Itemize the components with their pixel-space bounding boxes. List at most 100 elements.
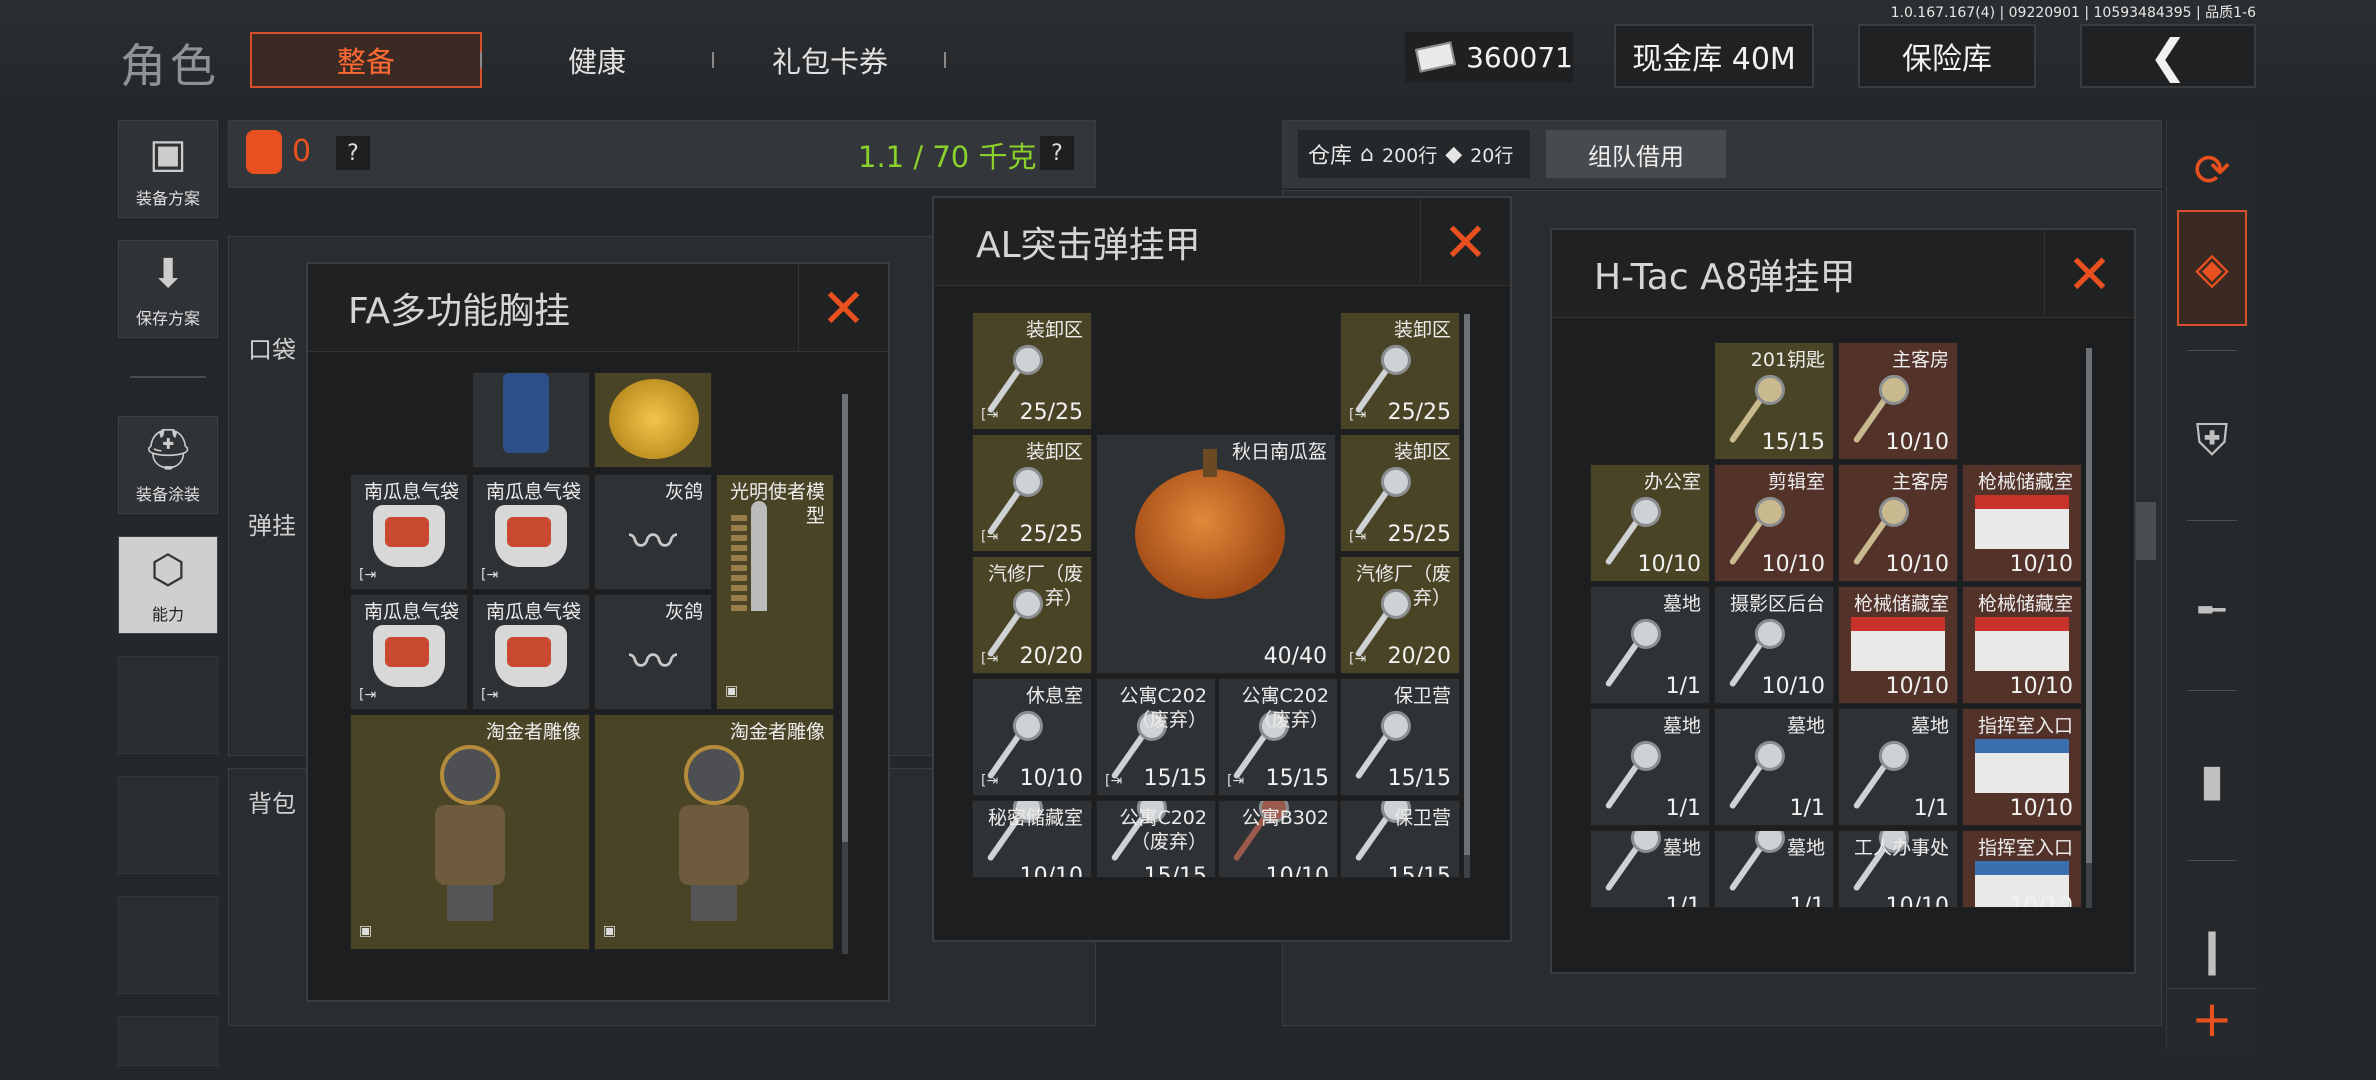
popup-scrollbar[interactable] [2086,348,2092,908]
item-cell[interactable]: 装卸区 25/25 [⇥ [1340,312,1460,430]
item-cell[interactable]: 指挥室入口 10/10 [1962,708,2082,826]
team-borrow-button[interactable]: 组队借用 [1546,130,1726,178]
close-button[interactable]: ✕ [1420,198,1510,286]
item-cell[interactable]: 公寓C202（废弃） 15/15 [⇥ [1218,678,1338,796]
item-name: 墓地 [1662,837,1701,859]
item-coin[interactable] [594,372,712,468]
item-cell[interactable]: 办公室 10/10 [1590,464,1710,582]
item-cell[interactable]: 装卸区 25/25 [⇥ [972,312,1092,430]
item-name: 公寓C202（废弃） [1119,685,1207,731]
ability-button[interactable]: ⬡ 能力 [118,536,218,634]
item-cell[interactable]: 公寓C202（废弃） 15/15 [1096,800,1216,878]
item-cell[interactable]: 201钥匙 15/15 [1714,342,1834,460]
loadout-plan-button[interactable]: ▣ 装备方案 [118,120,218,218]
close-button[interactable]: ✕ [2044,230,2134,318]
tab-gift-cards[interactable]: 礼包卡券 [730,32,930,88]
help-button[interactable]: ? [336,136,370,170]
item-cell[interactable]: 〰 灰鸽 [594,474,712,590]
item-cell[interactable]: 南瓜息气袋 [⇥ [472,594,590,710]
scroll-thumb[interactable] [842,394,848,842]
item-cell[interactable]: 墓地 1/1 [1838,708,1958,826]
magazine-icon[interactable]: ▮ [2167,730,2257,830]
item-count: 15/15 [1387,864,1451,878]
rifle-icon[interactable]: ╾ [2167,560,2257,660]
bag-icon [495,625,567,687]
layers-icon[interactable]: ◈ [2177,210,2247,326]
item-cell[interactable]: 公寓B302 10/10 [1218,800,1338,878]
scroll-thumb[interactable] [1464,314,1470,856]
close-button[interactable]: ✕ [798,264,888,352]
item-cell[interactable]: 摄影区后台 10/10 [1714,586,1834,704]
stack-refresh-icon[interactable]: ⟳ [2167,120,2257,220]
tab-health[interactable]: 健康 [500,32,694,88]
popup-scrollbar[interactable] [1464,314,1470,878]
item-name: 墓地 [1786,715,1825,737]
item-cell[interactable]: 南瓜息气袋 [⇥ [472,474,590,590]
item-cell[interactable]: 指挥室入口 10/10 [1962,830,2082,908]
item-cell[interactable]: 墓地 1/1 [1590,708,1710,826]
item-name: 南瓜息气袋 [363,481,459,503]
item-count: 25/25 [1019,400,1083,425]
item-name: 剪辑室 [1767,471,1825,493]
add-button[interactable]: + [2167,988,2257,1048]
item-phone[interactable] [472,372,590,468]
item-cell[interactable]: 墓地 1/1 [1714,708,1834,826]
item-cell[interactable]: 淘金者雕像 ▣ [350,714,590,950]
item-cell[interactable]: 〰 灰鸽 [594,594,712,710]
skin-button[interactable]: ⛑ 装备涂装 [118,416,218,514]
item-cell[interactable]: 南瓜息气袋 [⇥ [350,594,468,710]
tab-gear[interactable]: 整备 [250,32,482,88]
item-cell[interactable]: 枪械储藏室 10/10 [1962,464,2082,582]
item-name: 枪械储藏室 [1977,471,2073,493]
item-cell[interactable]: 汽修厂（废弃） 20/20 [⇥ [972,556,1092,674]
cash-vault-button[interactable]: 现金库 40M [1614,24,1814,88]
scrollbar-thumb[interactable] [2134,502,2156,560]
item-name: 南瓜息气袋 [485,481,581,503]
item-cell[interactable]: 装卸区 25/25 [⇥ [1340,434,1460,552]
scroll-thumb[interactable] [2086,348,2092,864]
ability-icon: ⬡ [150,547,186,593]
item-cell[interactable]: 主客房 10/10 [1838,342,1958,460]
popup-title: FA多功能胸挂 [348,291,571,332]
item-cell[interactable]: 装卸区 25/25 [⇥ [972,434,1092,552]
item-cell[interactable]: 工人办事处 10/10 [1838,830,1958,908]
item-count: 1/1 [1665,796,1701,821]
item-cell[interactable]: 汽修厂（废弃） 20/20 [⇥ [1340,556,1460,674]
popup-header: AL突击弹挂甲 ✕ [934,198,1510,286]
sidebar-divider [2187,350,2237,351]
warehouse-info[interactable]: 仓库 ⌂ 200行 ◆ 20行 [1298,130,1530,178]
safe-button[interactable]: 保险库 [1858,24,2036,88]
item-name: 装卸区 [1025,319,1083,341]
back-button[interactable]: ❮ [2080,24,2256,88]
armor-icon[interactable]: ⛨ [2167,390,2257,490]
item-count: 1/1 [1665,894,1701,908]
coin-icon [609,379,699,459]
item-cell[interactable]: 墓地 1/1 [1714,830,1834,908]
item-cell[interactable]: 保卫营 15/15 [1340,678,1460,796]
item-cell[interactable]: 墓地 1/1 [1590,586,1710,704]
item-cell[interactable]: 主客房 10/10 [1838,464,1958,582]
pocket-label: 口袋 [248,336,296,364]
popup-scrollbar[interactable] [842,394,848,954]
item-cell[interactable]: 枪械储藏室 10/10 [1962,586,2082,704]
popup-header: H-Tac A8弹挂甲 ✕ [1552,230,2134,318]
item-cell[interactable]: 保卫营 15/15 [1340,800,1460,878]
item-cell[interactable]: 休息室 10/10 [⇥ [972,678,1092,796]
save-plan-button[interactable]: ⬇ 保存方案 [118,240,218,338]
item-cell[interactable]: 枪械储藏室 10/10 [1838,586,1958,704]
item-cell[interactable]: 淘金者雕像 ▣ [594,714,834,950]
item-image: 〰 [628,513,678,570]
bullet-icon[interactable]: ❙ [2167,900,2257,1000]
item-count: 10/10 [2009,894,2073,908]
weight-help-button[interactable]: ? [1040,136,1074,170]
item-cell[interactable]: 公寓C202（废弃） 15/15 [⇥ [1096,678,1216,796]
item-count: 1/1 [1665,674,1701,699]
item-cell[interactable]: 墓地 1/1 [1590,830,1710,908]
item-cell[interactable]: 秘密储藏室 10/10 [972,800,1092,878]
item-cell[interactable]: 光明使者模型 ▣ [716,474,834,710]
item-pumpkin-helmet[interactable]: 秋日南瓜盔 40/40 [1096,434,1336,674]
item-image: 〰 [628,633,678,690]
item-cell[interactable]: 南瓜息气袋 [⇥ [350,474,468,590]
version-text: 1.0.167.167(4) | 09220901 | 10593484395 … [1890,5,2256,21]
item-cell[interactable]: 剪辑室 10/10 [1714,464,1834,582]
